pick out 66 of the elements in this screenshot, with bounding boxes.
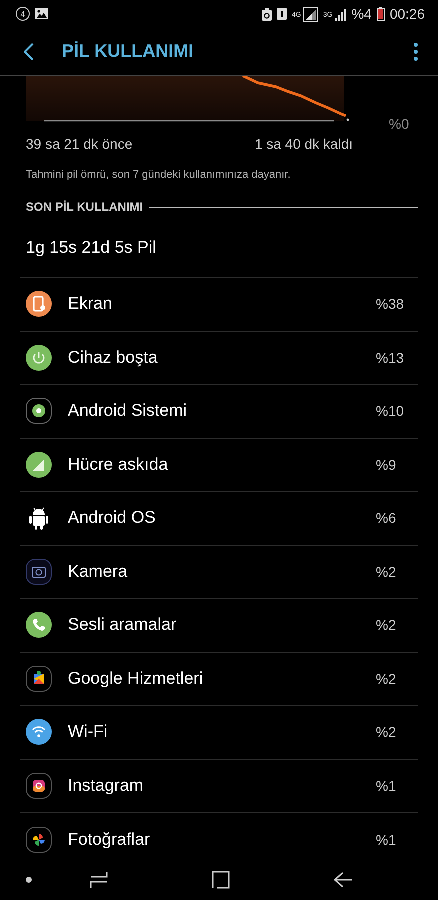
usage-row[interactable]: Cihaz boşta %13 <box>20 332 418 385</box>
battery-icon <box>376 7 385 21</box>
power-icon <box>25 344 53 372</box>
back-nav-button[interactable] <box>332 870 354 890</box>
app-name: Google Hizmetleri <box>68 668 204 689</box>
usage-percent: %9 <box>376 456 398 473</box>
estimate-note: Tahmini pil ömrü, son 7 gündeki kullanımınıza dayanır. <box>26 169 292 181</box>
app-name: Cihaz boşta <box>68 348 159 368</box>
puzzle-icon <box>25 664 53 693</box>
app-name: Android OS <box>68 508 157 528</box>
usage-percent: %38 <box>376 296 406 312</box>
app-name: Sesli aramalar <box>68 615 178 636</box>
axis-label: 1 sa 40 dk kaldı <box>254 136 353 152</box>
wifi-icon <box>25 718 53 746</box>
sim-card-icon <box>277 8 288 20</box>
phone-icon <box>25 611 53 640</box>
usage-row[interactable]: Android Sistemi %10 <box>20 385 418 438</box>
axis-label: %0 <box>389 116 410 132</box>
axis-label: 39 sa 21 dk önce <box>26 136 133 152</box>
usage-row[interactable]: Android OS %6 <box>20 492 418 546</box>
back-icon <box>24 42 34 60</box>
app-name: Instagram <box>68 776 145 796</box>
app-name: Kamera <box>68 562 129 582</box>
usage-row[interactable]: Instagram %1 <box>20 760 418 813</box>
back-arrow-icon <box>334 872 352 888</box>
app-name: Ekran <box>68 294 114 314</box>
notification-count: 4 <box>16 7 30 21</box>
signal-icon <box>303 6 318 22</box>
phone-screen-icon <box>25 290 53 318</box>
app-name: Android Sistemi <box>68 401 188 422</box>
gear-icon <box>25 397 53 426</box>
section-title: SON PİL KULLANIMI <box>26 200 144 214</box>
usage-percent: %6 <box>376 510 398 526</box>
usage-percent: %2 <box>376 617 398 634</box>
usage-row[interactable]: Google Hizmetleri %2 <box>20 652 418 706</box>
usage-percent: %2 <box>376 670 398 687</box>
signal-icon <box>334 8 347 20</box>
app-name: Fotoğraflar <box>68 830 152 850</box>
usage-percent: %1 <box>376 832 398 848</box>
pinwheel-icon <box>25 826 53 854</box>
usage-row[interactable]: Sesli aramalar %2 <box>20 599 418 652</box>
usage-percent: %10 <box>376 403 406 420</box>
usage-row[interactable]: Fotoğraflar %1 <box>20 813 418 866</box>
camera-icon <box>25 772 53 800</box>
usage-percent: %2 <box>376 724 398 740</box>
usage-row[interactable]: Ekran %38 <box>20 278 418 332</box>
dot-icon <box>26 877 32 884</box>
more-icon <box>414 42 418 60</box>
image-icon <box>35 8 49 20</box>
usage-percent: %1 <box>376 778 398 794</box>
home-button[interactable] <box>210 869 232 892</box>
app-name: Wi-Fi <box>68 722 109 742</box>
home-icon <box>212 871 230 890</box>
usage-percent: %2 <box>376 564 398 580</box>
usage-row[interactable]: Wi-Fi %2 <box>20 706 418 760</box>
app-name: Hücre askıda <box>68 454 170 475</box>
camera-icon <box>25 558 53 586</box>
usage-percent: %13 <box>376 350 406 366</box>
clock: 00:26 <box>390 6 425 22</box>
battery-percent: %4 <box>352 6 372 22</box>
usage-row[interactable]: Kamera %2 <box>20 546 418 599</box>
signal-icon <box>25 450 53 479</box>
page-title: PİL KULLANIMI <box>62 41 195 62</box>
usage-summary: 1g 15s 21d 5s Pil <box>20 219 418 278</box>
recents-icon <box>90 871 108 890</box>
usage-row[interactable]: Hücre askıda %9 <box>20 438 418 492</box>
